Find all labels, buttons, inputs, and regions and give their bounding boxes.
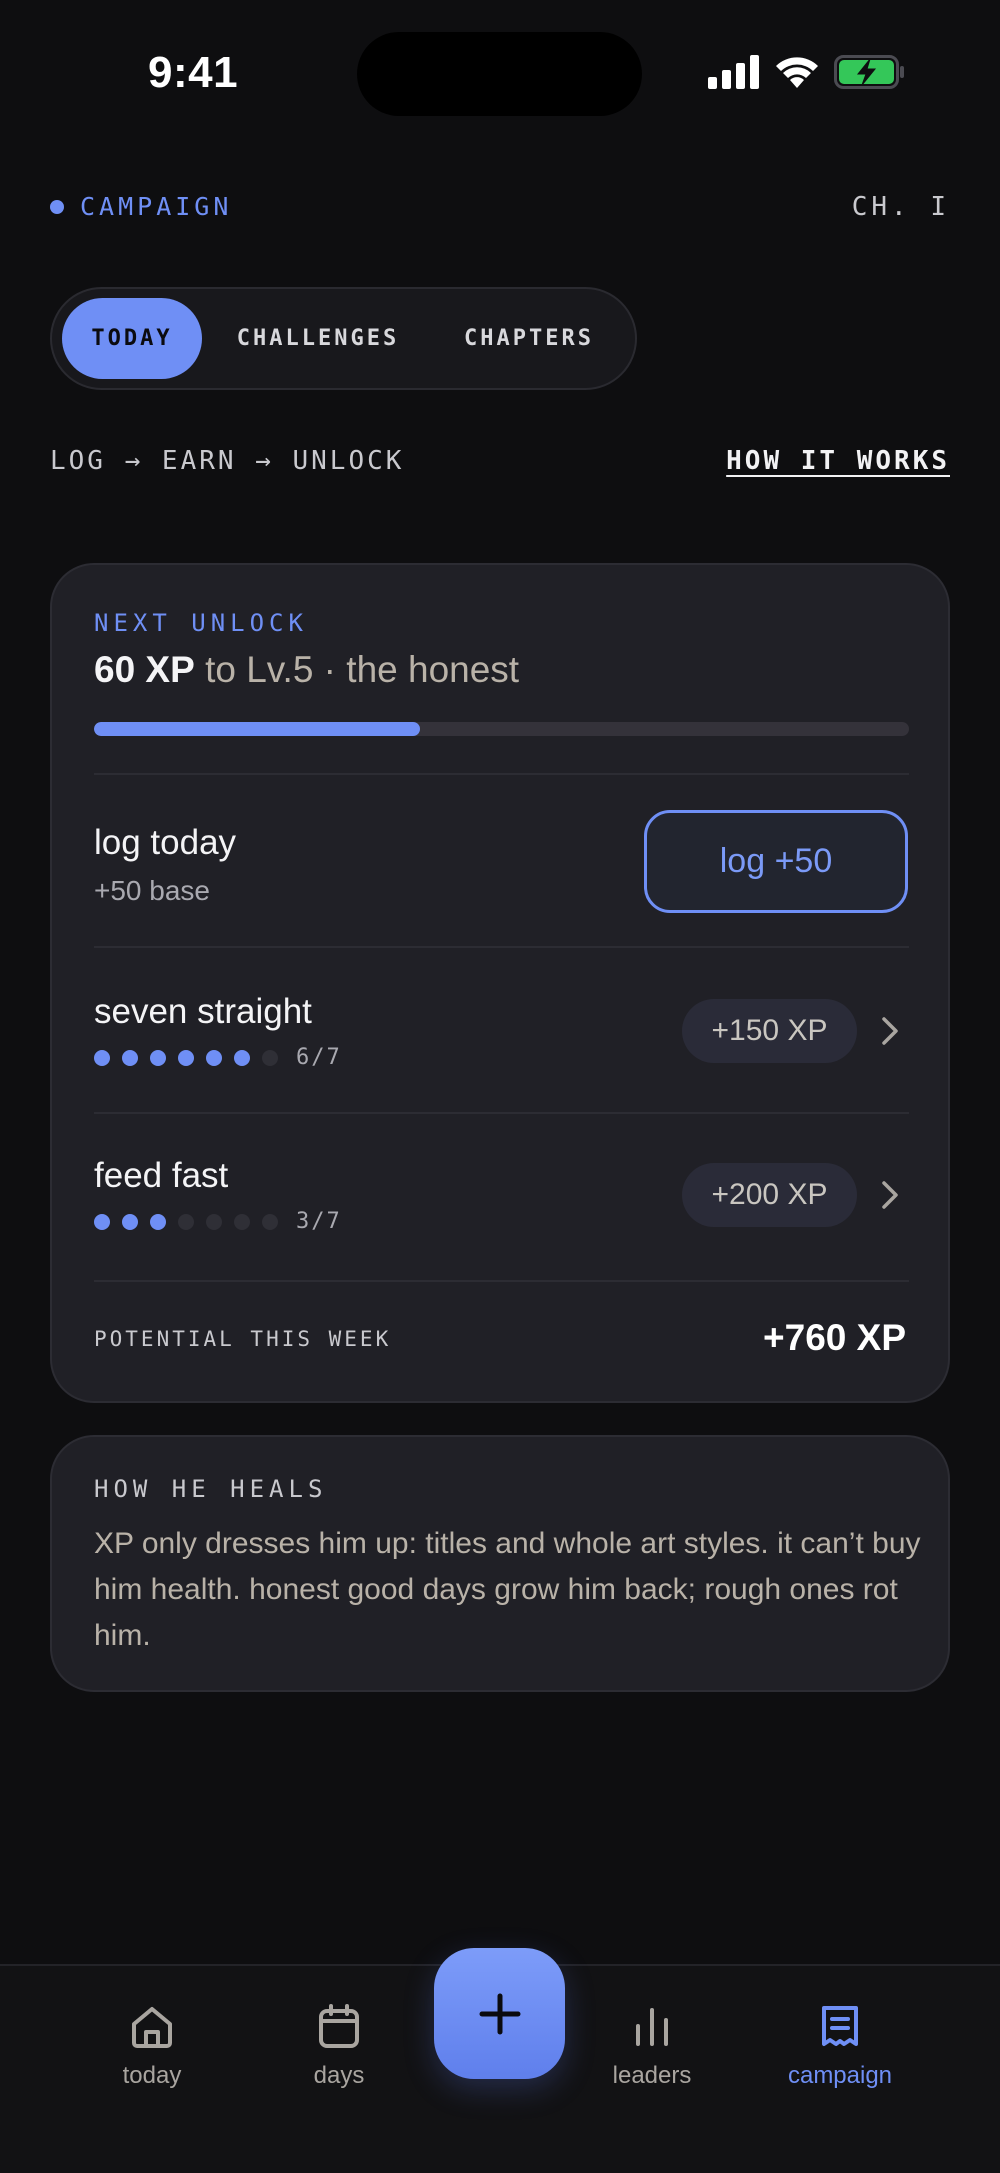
challenge-title: feed fast: [94, 1156, 229, 1195]
campaign-tabs: TODAY CHALLENGES CHAPTERS: [50, 287, 637, 390]
challenge-reward-badge: +200 XP: [682, 1163, 857, 1227]
progress-dot: [94, 1213, 110, 1230]
challenge-progress-dots: 3/7: [94, 1209, 342, 1234]
progress-dot: [122, 1049, 138, 1066]
section-label: CAMPAIGN: [50, 192, 950, 221]
nav-label: campaign: [787, 2062, 893, 2089]
status-dot: [50, 199, 64, 214]
dynamic-island: [357, 32, 642, 116]
progress-dot: [234, 1049, 250, 1066]
progress-dot: [150, 1049, 166, 1066]
level-progress-fill: [94, 722, 420, 736]
log-button[interactable]: log +50: [644, 810, 908, 913]
status-bar: 9:41: [0, 0, 1000, 150]
progress-dot: [262, 1213, 278, 1230]
divider: [94, 1112, 909, 1114]
challenge-progress-dots: 6/7: [94, 1045, 342, 1070]
next-unlock-label: NEXT UNLOCK: [94, 609, 308, 637]
nav-label: days: [313, 2062, 365, 2089]
add-log-button[interactable]: [434, 1948, 565, 2079]
next-unlock-card: NEXT UNLOCK 60 XP to Lv.5 · the honest l…: [50, 563, 950, 1403]
bar-chart-icon: [636, 2008, 668, 2046]
progress-dot: [150, 1213, 166, 1230]
log-today-title: log today: [94, 823, 237, 862]
nav-days[interactable]: days: [259, 2002, 419, 2090]
heal-description: XP only dresses him up: titles and whole…: [94, 1527, 921, 1652]
divider: [94, 773, 909, 775]
status-icons: [708, 52, 906, 92]
battery-charging-icon: [834, 55, 904, 89]
how-it-works-link[interactable]: HOW IT WORKS: [726, 446, 950, 476]
chevron-right-icon: [882, 1181, 898, 1209]
nav-leaders[interactable]: leaders: [572, 2002, 732, 2090]
home-icon: [132, 2007, 172, 2048]
potential-value: +760 XP: [763, 1317, 906, 1358]
progress-dot: [178, 1049, 194, 1066]
chapter-label: CH. I: [851, 192, 950, 222]
divider: [94, 946, 909, 948]
tab-challenges[interactable]: CHALLENGES: [202, 298, 434, 379]
progress-dot: [234, 1213, 250, 1230]
challenge-title: seven straight: [94, 992, 312, 1031]
status-time: 9:41: [148, 48, 239, 97]
heal-label: HOW HE HEALS: [94, 1475, 328, 1503]
tab-today[interactable]: TODAY: [62, 298, 202, 379]
tab-chapters[interactable]: CHAPTERS: [434, 298, 624, 379]
challenge-count: 3/7: [296, 1209, 342, 1234]
level-progress-bar: [94, 722, 909, 736]
potential-label: POTENTIAL THIS WEEK: [94, 1327, 392, 1351]
progress-dot: [206, 1213, 222, 1230]
progress-dot: [122, 1213, 138, 1230]
plus-icon: [479, 1993, 520, 2034]
campaign-header: CAMPAIGN CH. I: [50, 192, 950, 226]
xp-needed: 60 XP: [94, 649, 195, 690]
how-he-heals-card: HOW HE HEALS XP only dresses him up: tit…: [50, 1435, 950, 1692]
cellular-signal-icon: [708, 55, 759, 89]
next-level-text: to Lv.5 · the honest: [194, 649, 520, 690]
progress-dot: [206, 1049, 222, 1066]
campaign-doc-icon: [822, 2006, 858, 2046]
nav-today[interactable]: today: [72, 2002, 232, 2090]
wifi-icon: [776, 57, 818, 88]
progress-dot: [178, 1213, 194, 1230]
challenge-count: 6/7: [296, 1045, 342, 1070]
calendar-icon: [319, 2004, 359, 2048]
nav-label: today: [122, 2062, 182, 2089]
log-today-sub: +50 base: [94, 875, 210, 906]
flow-row: LOG → EARN → UNLOCK HOW IT WORKS: [50, 446, 950, 480]
challenge-reward-badge: +150 XP: [682, 999, 857, 1063]
next-unlock-title: 60 XP to Lv.5 · the honest: [94, 649, 519, 691]
progress-dot: [94, 1049, 110, 1066]
section-title: CAMPAIGN: [80, 192, 233, 221]
nav-label: leaders: [612, 2062, 692, 2089]
progress-dot: [262, 1049, 278, 1066]
divider: [94, 1280, 909, 1282]
chevron-right-icon: [882, 1017, 898, 1045]
nav-campaign[interactable]: campaign: [760, 2002, 920, 2090]
